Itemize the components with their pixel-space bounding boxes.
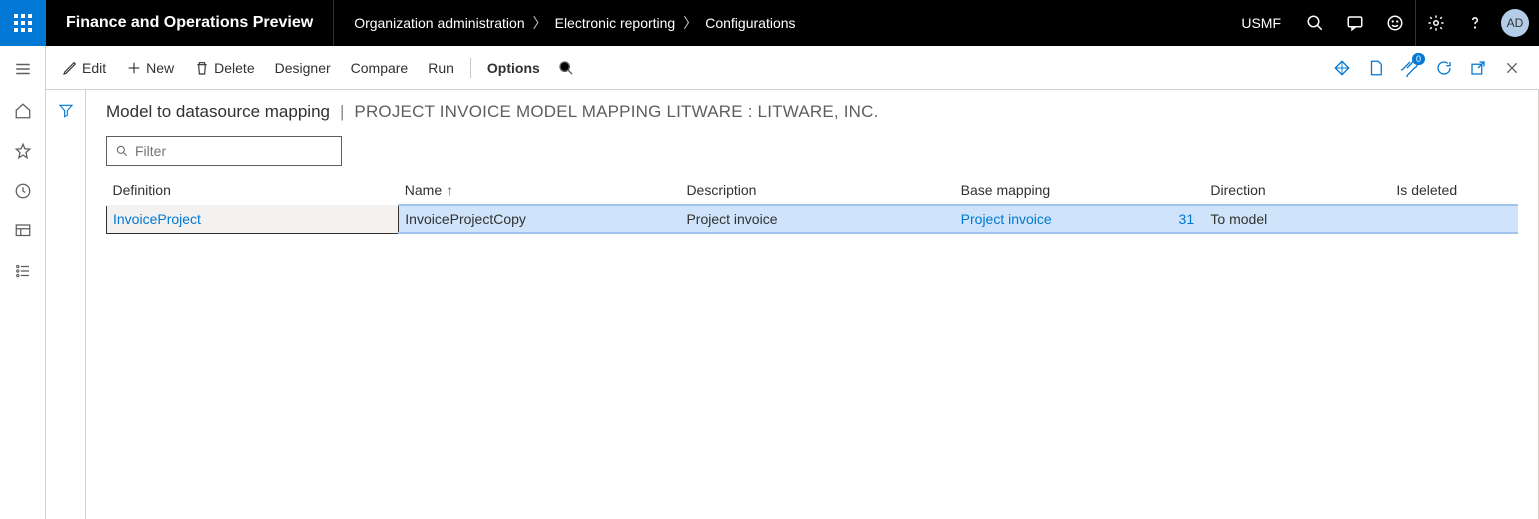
global-navbar: Finance and Operations Preview Organizat… — [0, 0, 1539, 46]
edit-label: Edit — [82, 60, 106, 76]
star-icon — [14, 142, 32, 160]
new-label: New — [146, 60, 174, 76]
col-header-definition[interactable]: Definition — [107, 176, 399, 205]
nav-modules[interactable] — [0, 254, 46, 288]
col-header-direction[interactable]: Direction — [1204, 176, 1390, 205]
col-header-name[interactable]: Name↑ — [399, 176, 681, 205]
filter-pane-toggle[interactable] — [46, 90, 86, 519]
separator — [470, 58, 471, 78]
breadcrumb-item[interactable]: Electronic reporting — [555, 15, 676, 31]
designer-label: Designer — [275, 60, 331, 76]
page-title: Model to datasource mapping — [106, 102, 330, 122]
edit-button[interactable]: Edit — [54, 56, 114, 80]
personalize-button[interactable] — [1329, 55, 1355, 81]
delete-label: Delete — [214, 60, 254, 76]
messages-button[interactable] — [1335, 0, 1375, 46]
chevron-right-icon: 〉 — [683, 13, 697, 33]
workspace-icon — [14, 222, 32, 240]
clock-icon — [14, 182, 32, 200]
sort-asc-icon: ↑ — [446, 182, 453, 198]
funnel-icon — [58, 102, 74, 118]
breadcrumb-item[interactable]: Configurations — [705, 15, 795, 31]
delete-button[interactable]: Delete — [186, 56, 262, 80]
attachments-count: 0 — [1412, 53, 1425, 65]
quick-filter[interactable] — [106, 136, 342, 166]
cell-is-deleted[interactable] — [1390, 205, 1518, 233]
chat-icon — [1346, 14, 1364, 32]
chevron-right-icon: 〉 — [533, 13, 547, 33]
feedback-button[interactable] — [1375, 0, 1415, 46]
refresh-button[interactable] — [1431, 55, 1457, 81]
compare-label: Compare — [351, 60, 409, 76]
col-header-base-mapping[interactable]: Base mapping — [955, 176, 1205, 205]
page-context: PROJECT INVOICE MODEL MAPPING LITWARE : … — [354, 102, 878, 122]
cell-base-mapping-count[interactable]: 31 — [1173, 205, 1205, 233]
nav-home[interactable] — [0, 94, 46, 128]
mapping-grid: Definition Name↑ Description Base mappin… — [106, 176, 1518, 234]
breadcrumb: Organization administration 〉 Electronic… — [334, 0, 815, 46]
options-label: Options — [487, 60, 540, 76]
popout-icon — [1469, 59, 1487, 77]
search-icon — [558, 60, 574, 76]
title-separator: | — [340, 102, 344, 122]
diamond-icon — [1333, 59, 1351, 77]
global-search-button[interactable] — [1295, 0, 1335, 46]
question-icon — [1466, 14, 1484, 32]
smiley-icon — [1386, 14, 1404, 32]
company-picker[interactable]: USMF — [1227, 15, 1295, 31]
trash-icon — [194, 60, 210, 76]
attachments-button[interactable]: 0 — [1397, 55, 1423, 81]
grid-header-row: Definition Name↑ Description Base mappin… — [107, 176, 1519, 205]
home-icon — [14, 102, 32, 120]
page-options-button[interactable] — [1363, 55, 1389, 81]
nav-expand-button[interactable] — [0, 50, 46, 88]
page-icon — [1367, 59, 1385, 77]
options-button[interactable]: Options — [479, 56, 548, 80]
help-button[interactable] — [1455, 0, 1495, 46]
col-header-name-label: Name — [405, 182, 442, 198]
refresh-icon — [1435, 59, 1453, 77]
run-label: Run — [428, 60, 454, 76]
search-icon — [1306, 14, 1324, 32]
popout-button[interactable] — [1465, 55, 1491, 81]
product-title: Finance and Operations Preview — [46, 0, 334, 46]
app-launcher-button[interactable] — [0, 0, 46, 46]
pencil-icon — [62, 60, 78, 76]
nav-favorites[interactable] — [0, 134, 46, 168]
action-pane: Edit New Delete Designer Compare Run Opt… — [46, 46, 1539, 90]
grid-row[interactable]: InvoiceProject InvoiceProjectCopy Projec… — [107, 205, 1519, 233]
nav-workspaces[interactable] — [0, 214, 46, 248]
new-button[interactable]: New — [118, 56, 182, 80]
col-header-is-deleted[interactable]: Is deleted — [1390, 176, 1518, 205]
list-icon — [14, 262, 32, 280]
close-icon — [1504, 60, 1520, 76]
plus-icon — [126, 60, 142, 76]
close-button[interactable] — [1499, 55, 1525, 81]
navbar-right-cluster: USMF AD — [1227, 0, 1539, 46]
col-header-description[interactable]: Description — [680, 176, 954, 205]
gear-icon — [1427, 14, 1445, 32]
user-avatar[interactable]: AD — [1501, 9, 1529, 37]
breadcrumb-item[interactable]: Organization administration — [354, 15, 524, 31]
nav-recent[interactable] — [0, 174, 46, 208]
cell-definition[interactable]: InvoiceProject — [107, 205, 399, 233]
action-search-button[interactable] — [552, 54, 580, 82]
cell-name[interactable]: InvoiceProjectCopy — [399, 205, 681, 233]
cell-description[interactable]: Project invoice — [680, 205, 954, 233]
waffle-icon — [14, 14, 32, 32]
quick-filter-input[interactable] — [135, 143, 333, 159]
compare-button[interactable]: Compare — [343, 56, 417, 80]
left-rail — [0, 46, 46, 519]
cell-base-mapping[interactable]: Project invoice — [955, 205, 1173, 233]
settings-button[interactable] — [1415, 0, 1455, 46]
designer-button[interactable]: Designer — [267, 56, 339, 80]
run-button[interactable]: Run — [420, 56, 462, 80]
cell-direction[interactable]: To model — [1204, 205, 1390, 233]
search-icon — [115, 144, 129, 158]
hamburger-icon — [14, 60, 32, 78]
